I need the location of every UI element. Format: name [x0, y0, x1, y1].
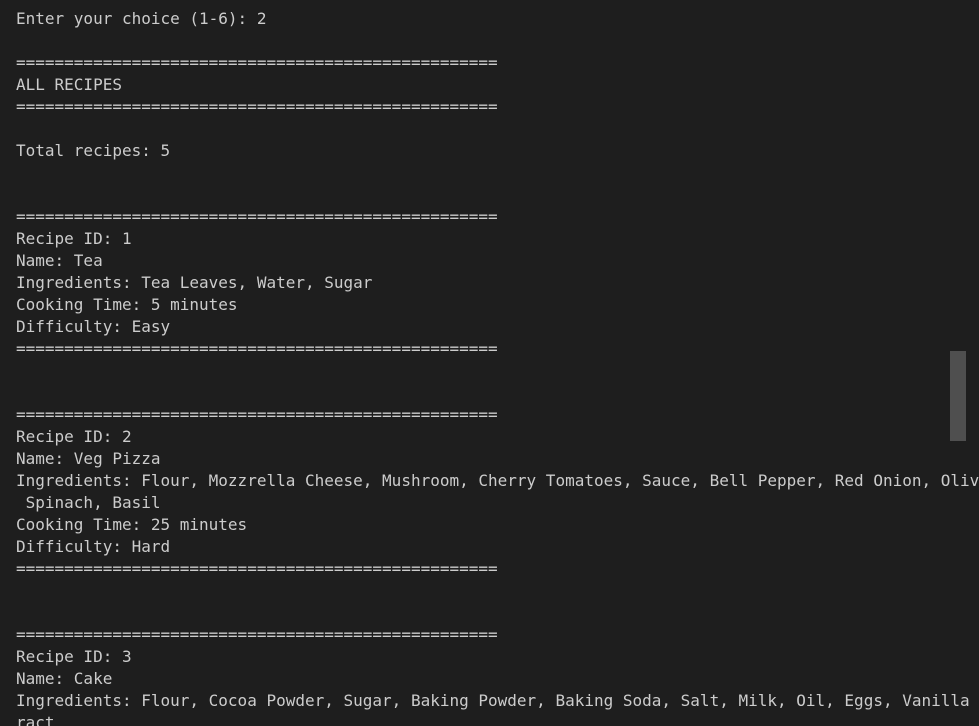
total-recipes-line: Total recipes: 5 [16, 141, 171, 160]
separator-line: ========================================… [16, 53, 498, 72]
separator-line: ========================================… [16, 625, 498, 644]
section-heading: ALL RECIPES [16, 75, 122, 94]
recipe-ingredients-line: Ingredients: Flour, Mozzrella Cheese, Mu… [16, 471, 979, 490]
separator-line: ========================================… [16, 339, 498, 358]
recipe-id-line: Recipe ID: 1 [16, 229, 132, 248]
recipe-id-line: Recipe ID: 3 [16, 647, 132, 666]
separator-line: ========================================… [16, 97, 498, 116]
recipe-ingredients-line: Ingredients: Tea Leaves, Water, Sugar [16, 273, 373, 292]
recipe-ingredients-continuation: ract [16, 713, 55, 726]
recipe-difficulty-line: Difficulty: Hard [16, 537, 171, 556]
vertical-scrollbar-thumb[interactable] [950, 351, 966, 441]
terminal-line: Enter your choice (1-6): 2 [16, 9, 267, 28]
recipe-name-line: Name: Veg Pizza [16, 449, 161, 468]
recipe-ingredients-continuation: Spinach, Basil [16, 493, 161, 512]
recipe-name-line: Name: Cake [16, 669, 113, 688]
terminal-panel[interactable]: Enter your choice (1-6): 2 =============… [0, 0, 979, 726]
recipe-cooking-time-line: Cooking Time: 25 minutes [16, 515, 248, 534]
terminal-output: Enter your choice (1-6): 2 =============… [0, 0, 979, 726]
separator-line: ========================================… [16, 559, 498, 578]
recipe-name-line: Name: Tea [16, 251, 103, 270]
recipe-id-line: Recipe ID: 2 [16, 427, 132, 446]
recipe-cooking-time-line: Cooking Time: 5 minutes [16, 295, 238, 314]
recipe-difficulty-line: Difficulty: Easy [16, 317, 171, 336]
recipe-ingredients-line: Ingredients: Flour, Cocoa Powder, Sugar,… [16, 691, 979, 710]
separator-line: ========================================… [16, 405, 498, 424]
separator-line: ========================================… [16, 207, 498, 226]
